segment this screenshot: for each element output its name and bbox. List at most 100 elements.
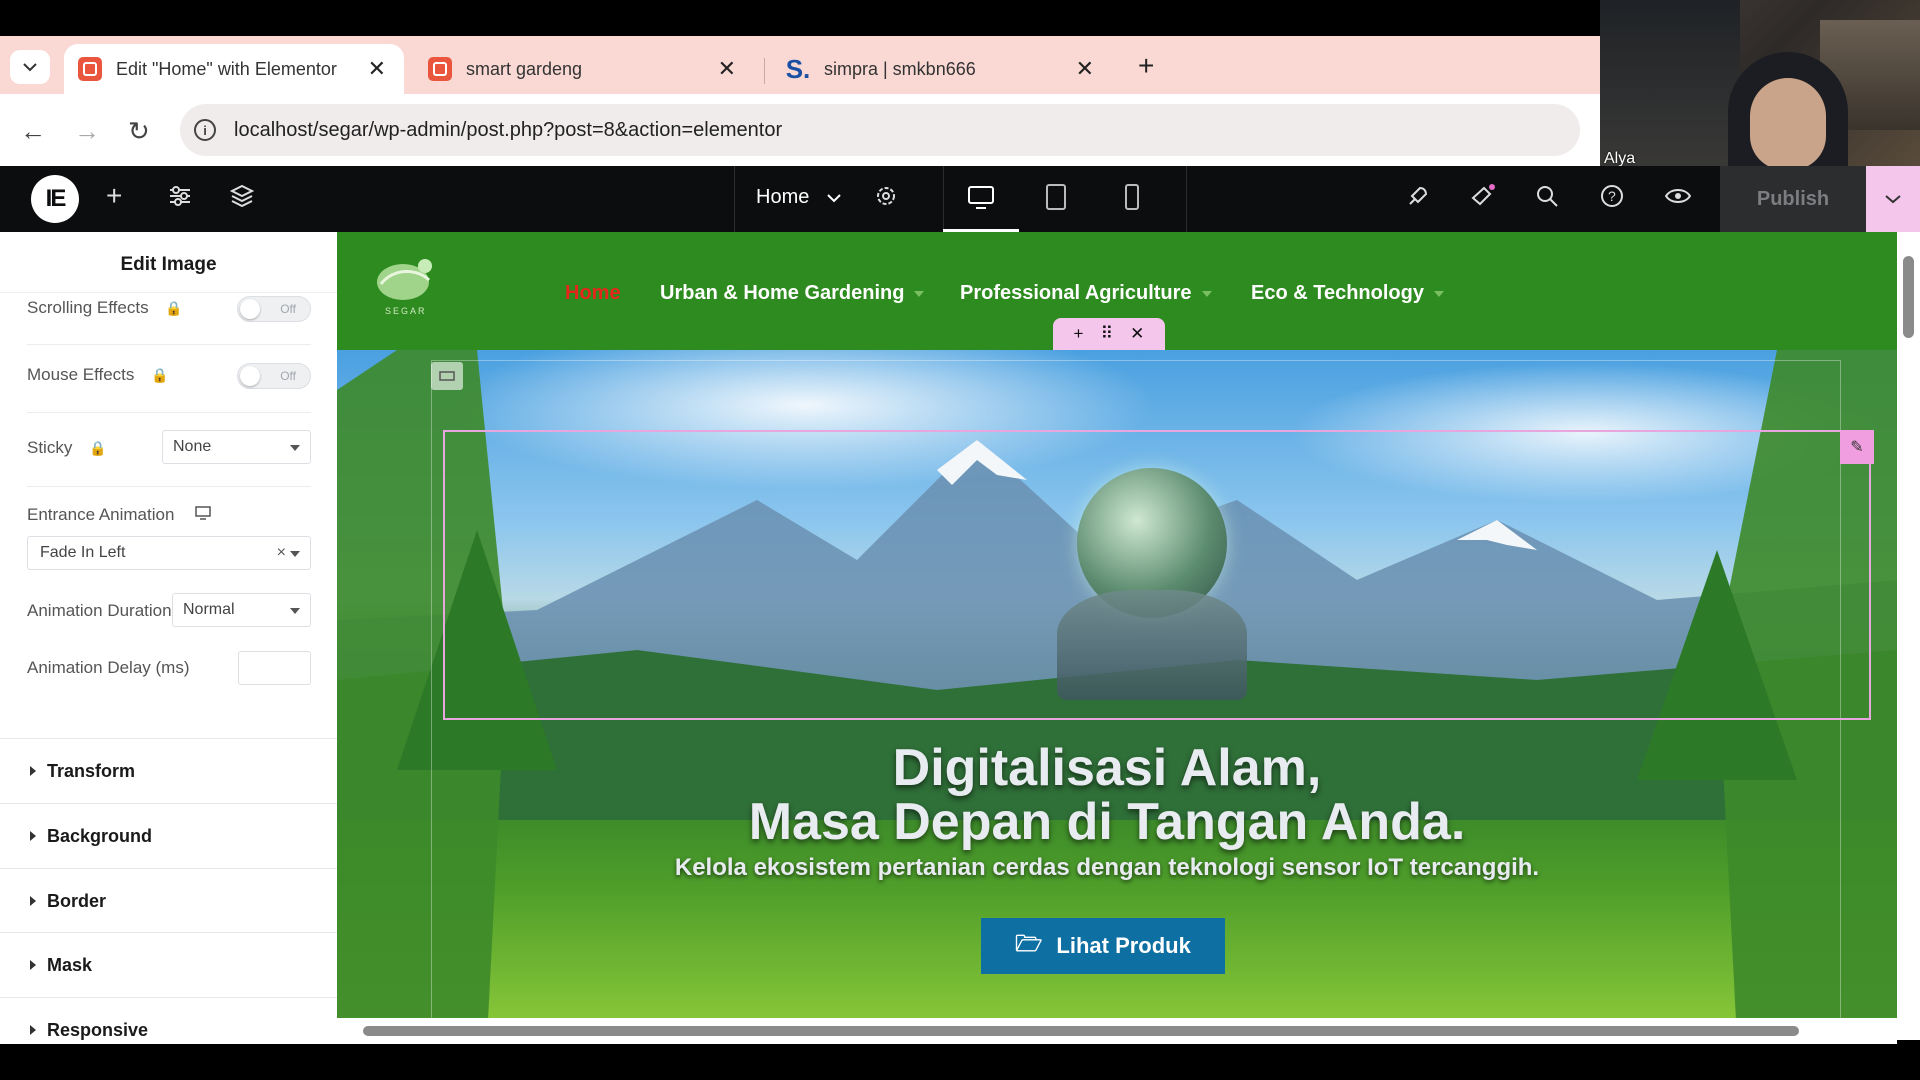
lihat-produk-button[interactable]: 🗁 Lihat Produk [981, 918, 1225, 974]
edit-widget-pencil-icon[interactable]: ✎ [1840, 430, 1874, 464]
toggle-knob [240, 299, 260, 319]
page-settings-gear-icon[interactable] [874, 184, 898, 215]
nav-eco-technology[interactable]: Eco & Technology [1251, 282, 1444, 305]
tab-title: simpra | smkbn666 [824, 58, 976, 79]
tab-title: smart gardeng [466, 58, 583, 79]
section-border[interactable]: Border [0, 868, 337, 932]
scrollbar-thumb[interactable] [1903, 256, 1914, 338]
new-tab-icon[interactable]: + [1138, 50, 1154, 82]
divider [734, 166, 735, 232]
column-handle-icon[interactable] [431, 362, 463, 390]
folder-open-icon: 🗁 [1015, 931, 1043, 956]
nav-professional-agriculture[interactable]: Professional Agriculture [960, 282, 1212, 305]
notifications-icon[interactable] [1470, 184, 1496, 215]
mouse-effects-toggle[interactable]: Off [237, 363, 311, 389]
caret-down-icon [290, 445, 300, 451]
label-text: Sticky [27, 438, 73, 457]
entrance-animation-select[interactable]: Fade In Left × [27, 536, 311, 570]
close-tab-icon[interactable]: ✕ [1076, 56, 1094, 82]
webcam-person-face [1750, 78, 1826, 170]
tab-separator [764, 58, 765, 84]
site-logo[interactable]: SEGAR [373, 254, 437, 324]
lock-icon: 🔒 [165, 300, 183, 316]
animation-delay-input[interactable] [238, 651, 311, 685]
chevron-down-icon [827, 194, 841, 203]
back-icon[interactable]: ← [20, 116, 46, 147]
tab-edit-home[interactable]: Edit "Home" with Elementor ✕ [64, 44, 404, 94]
section-background[interactable]: Background [0, 803, 337, 867]
page-selector[interactable]: Home [756, 186, 841, 209]
reload-icon[interactable]: ↻ [128, 116, 150, 147]
sticky-label: Sticky 🔒 [27, 438, 107, 458]
add-section-icon[interactable]: + [1074, 324, 1084, 344]
publish-button[interactable]: Publish [1720, 166, 1866, 232]
label-text: Entrance Animation [27, 505, 175, 524]
forward-icon[interactable]: → [74, 116, 100, 147]
scrollbar-thumb[interactable] [363, 1026, 1799, 1036]
search-icon[interactable] [1535, 184, 1559, 215]
hero-title-line1: Digitalisasi Alam, [892, 739, 1322, 797]
section-responsive[interactable]: Responsive [0, 997, 337, 1044]
delete-section-icon[interactable]: ✕ [1130, 324, 1144, 344]
caret-down-icon [1201, 290, 1212, 297]
preview-eye-icon[interactable] [1664, 184, 1692, 215]
address-bar[interactable]: i localhost/segar/wp-admin/post.php?post… [180, 104, 1580, 156]
caret-right-icon [30, 896, 36, 906]
section-handle[interactable]: + ⠿ ✕ [1053, 318, 1165, 350]
elementor-logo-icon[interactable]: IE [31, 175, 79, 223]
tablet-view-icon[interactable] [1041, 182, 1071, 212]
lock-icon: 🔒 [151, 367, 169, 383]
hero-title-line2: Masa Depan di Tangan Anda. [748, 793, 1466, 851]
edit-image-panel: Edit Image Scrolling Effects 🔒 Off Mouse… [0, 232, 337, 1044]
screen: Edit "Home" with Elementor ✕ smart garde… [0, 0, 1920, 1080]
close-tab-icon[interactable]: ✕ [368, 56, 386, 82]
sticky-select[interactable]: None [162, 430, 311, 464]
caret-right-icon [30, 766, 36, 776]
publish-options-button[interactable] [1866, 166, 1920, 232]
section-transform[interactable]: Transform [0, 738, 337, 802]
tab-list-button[interactable] [10, 50, 50, 84]
divider [943, 166, 944, 232]
divider [1186, 166, 1187, 232]
desktop-view-icon[interactable] [966, 182, 996, 212]
logo-text: SEGAR [385, 306, 427, 316]
help-icon[interactable]: ? [1600, 184, 1624, 215]
site-settings-icon[interactable] [168, 184, 192, 215]
divider [27, 344, 311, 345]
rocket-icon[interactable] [1406, 184, 1430, 215]
bottom-bar [0, 1044, 1920, 1080]
caret-right-icon [30, 1025, 36, 1035]
select-value: Normal [183, 601, 235, 618]
drag-handle-icon[interactable]: ⠿ [1101, 324, 1113, 344]
nav-label: Eco & Technology [1251, 282, 1424, 304]
mouse-effects-label: Mouse Effects 🔒 [27, 365, 169, 385]
animation-delay-label: Animation Delay (ms) [27, 658, 190, 677]
vertical-scrollbar[interactable] [1897, 232, 1920, 1040]
browser-tab-bar: Edit "Home" with Elementor ✕ smart garde… [0, 36, 1600, 94]
elementor-tab-icon [78, 57, 102, 81]
caret-right-icon [30, 960, 36, 970]
caret-down-icon [290, 551, 300, 557]
panel-title: Edit Image [120, 254, 217, 275]
nav-label: Professional Agriculture [960, 282, 1192, 304]
toggle-state: Off [280, 369, 296, 383]
nav-urban-home-gardening[interactable]: Urban & Home Gardening [660, 282, 925, 305]
horizontal-scrollbar[interactable] [337, 1018, 1897, 1044]
select-value: None [173, 438, 212, 455]
mobile-view-icon[interactable] [1117, 182, 1147, 212]
site-info-icon[interactable]: i [194, 119, 216, 141]
scrolling-effects-toggle[interactable]: Off [237, 296, 311, 322]
layers-icon[interactable] [229, 184, 255, 215]
section-mask[interactable]: Mask [0, 932, 337, 996]
caret-down-icon [290, 608, 300, 614]
selected-image-widget[interactable] [443, 430, 1871, 720]
nav-home[interactable]: Home [565, 282, 621, 305]
tab-simpra[interactable]: S. simpra | smkbn666 ✕ [772, 44, 1112, 94]
add-element-icon[interactable]: + [106, 180, 122, 212]
clear-selection-icon[interactable]: × [277, 544, 286, 562]
label-text: Mouse Effects [27, 365, 135, 384]
svg-text:?: ? [1608, 188, 1616, 204]
animation-duration-select[interactable]: Normal [172, 593, 311, 627]
close-tab-icon[interactable]: ✕ [718, 56, 736, 82]
tab-smart-gardeng[interactable]: smart gardeng ✕ [414, 44, 754, 94]
